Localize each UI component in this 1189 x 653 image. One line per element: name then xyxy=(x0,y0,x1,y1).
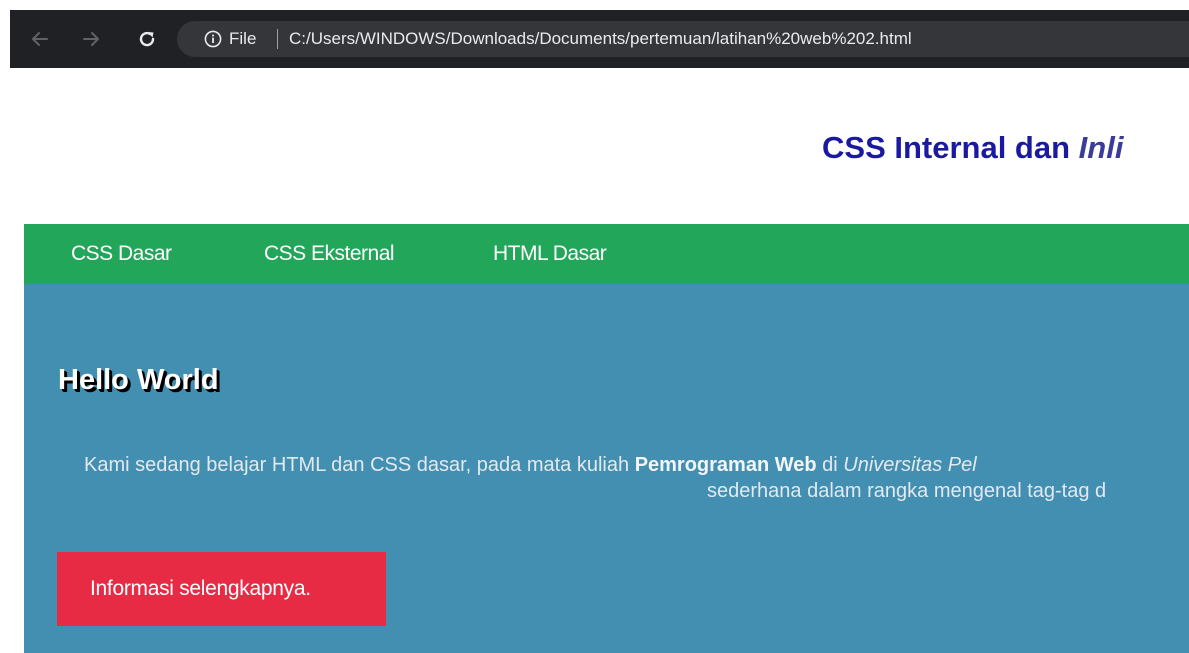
description-paragraph: Kami sedang belajar HTML dan CSS dasar, … xyxy=(84,452,1189,502)
arrow-right-icon xyxy=(83,32,99,46)
hello-heading: Hello World xyxy=(58,364,219,396)
nav-link-css-eksternal[interactable]: CSS Eksternal xyxy=(264,242,395,266)
url-text[interactable]: C:/Users/WINDOWS/Downloads/Documents/per… xyxy=(289,29,912,49)
description-line-2: sederhana dalam rangka mengenal tag-tag … xyxy=(707,480,1107,502)
more-info-button[interactable]: Informasi selengkapnya. xyxy=(57,552,386,626)
forward-button[interactable] xyxy=(79,27,103,51)
content-section: Hello World Kami sedang belajar HTML dan… xyxy=(24,284,1189,653)
reload-icon xyxy=(139,31,155,47)
reload-button[interactable] xyxy=(135,27,159,51)
arrow-left-icon xyxy=(32,32,48,46)
address-bar[interactable]: File C:/Users/WINDOWS/Downloads/Document… xyxy=(177,21,1189,57)
scheme-label[interactable]: File xyxy=(229,29,256,49)
description-text-1: Kami sedang belajar HTML dan CSS dasar, … xyxy=(84,454,635,476)
description-bold: Pemrograman Web xyxy=(634,454,817,476)
address-divider xyxy=(277,29,278,49)
page-title: CSS Internal dan Inli xyxy=(822,130,1123,166)
nav-link-css-dasar[interactable]: CSS Dasar xyxy=(71,242,172,266)
back-button[interactable] xyxy=(28,27,52,51)
description-text-2: di xyxy=(816,454,844,476)
navbar: CSS Dasar CSS Eksternal HTML Dasar xyxy=(24,224,1189,284)
page-title-italic: Inli xyxy=(1078,130,1124,165)
description-italic: Universitas Pel xyxy=(843,454,977,476)
nav-link-html-dasar[interactable]: HTML Dasar xyxy=(493,242,607,266)
info-circle-icon[interactable] xyxy=(204,30,222,48)
browser-toolbar: File C:/Users/WINDOWS/Downloads/Document… xyxy=(10,10,1189,68)
description-line-1: Kami sedang belajar HTML dan CSS dasar, … xyxy=(84,452,1189,478)
page-title-text: CSS Internal dan xyxy=(822,130,1079,165)
